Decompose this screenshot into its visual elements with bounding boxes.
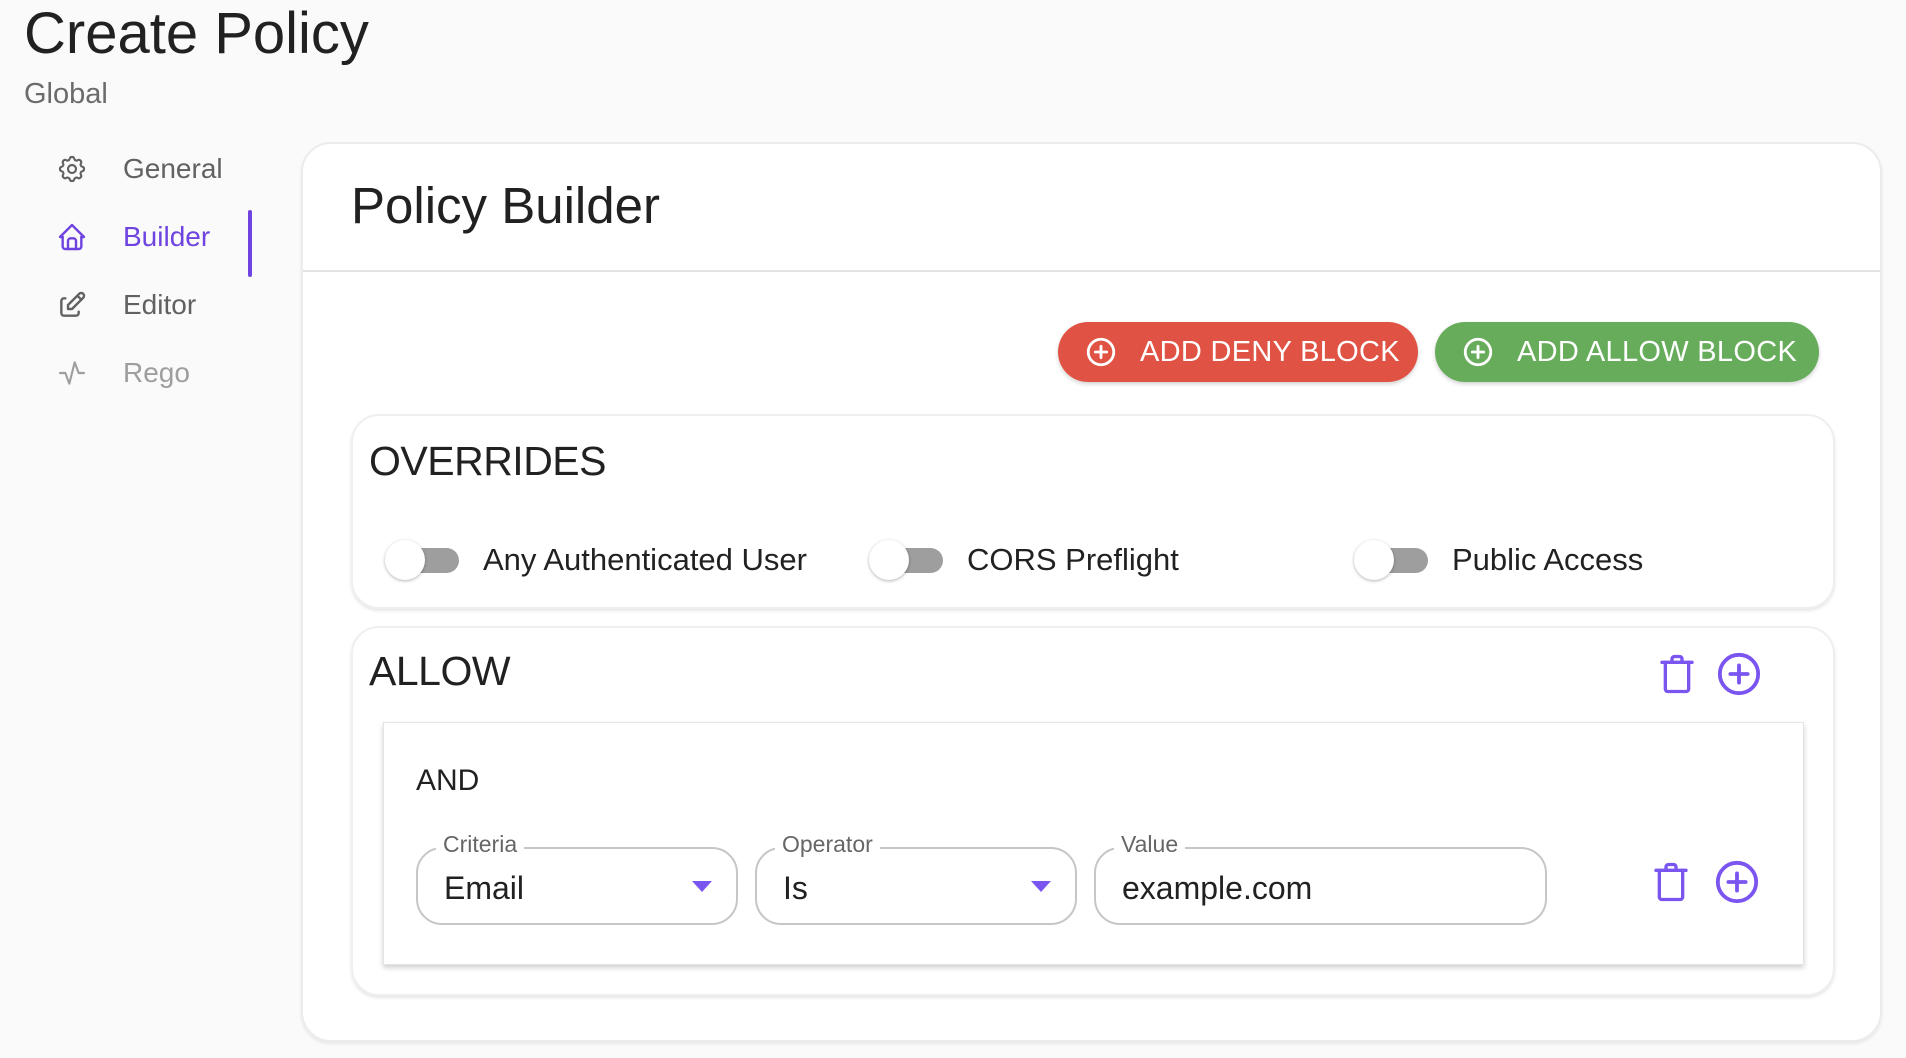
add-allow-block-label: ADD ALLOW BLOCK: [1517, 335, 1798, 368]
overrides-title: OVERRIDES: [369, 438, 607, 484]
add-row-button[interactable]: [1715, 860, 1759, 908]
toggle-cors-preflight[interactable]: CORS Preflight: [869, 537, 1179, 583]
toggle-label: Any Authenticated User: [483, 542, 807, 577]
value-input[interactable]: Value example.com: [1094, 829, 1547, 925]
page-subtitle: Global: [24, 78, 108, 110]
add-group-button[interactable]: [1717, 652, 1761, 700]
plus-circle-icon: [1461, 335, 1495, 369]
plus-circle-icon: [1714, 859, 1760, 910]
sidebar-item-general[interactable]: General: [40, 141, 260, 197]
criteria-label: Criteria: [436, 829, 525, 859]
sidebar-item-builder[interactable]: Builder: [40, 209, 260, 265]
add-deny-block-button[interactable]: ADD DENY BLOCK: [1058, 322, 1418, 382]
allow-block-section: ALLOW AND Criteria Email Operator Is Val…: [351, 626, 1835, 996]
sidebar-item-label: Builder: [123, 221, 211, 252]
activity-icon: [55, 356, 89, 390]
criteria-select[interactable]: Criteria Email: [416, 829, 738, 925]
trash-icon: [1657, 652, 1697, 701]
toggle-label: CORS Preflight: [967, 542, 1179, 577]
toggle-public-access[interactable]: Public Access: [1354, 537, 1643, 583]
criteria-value: Email: [444, 870, 525, 906]
add-deny-block-label: ADD DENY BLOCK: [1140, 335, 1400, 368]
sidebar-item-label: Editor: [123, 289, 197, 320]
plus-circle-icon: [1084, 335, 1118, 369]
toggle-label: Public Access: [1452, 542, 1644, 577]
switch[interactable]: [1354, 537, 1430, 583]
toggle-any-authenticated-user[interactable]: Any Authenticated User: [385, 537, 807, 583]
active-indicator: [248, 210, 252, 277]
policy-builder-card: Policy Builder ADD DENY BLOCK ADD ALLOW …: [301, 142, 1882, 1042]
card-title: Policy Builder: [351, 177, 660, 234]
trash-icon: [1651, 860, 1691, 909]
overrides-section: OVERRIDES Any Authenticated User CORS Pr…: [351, 414, 1835, 609]
operator-label: Operator: [775, 829, 880, 859]
value-text[interactable]: example.com: [1122, 869, 1312, 907]
add-allow-block-button[interactable]: ADD ALLOW BLOCK: [1435, 322, 1819, 382]
header-divider: [303, 270, 1880, 272]
group-operator-label: AND: [416, 764, 480, 797]
sidebar-item-rego[interactable]: Rego: [40, 345, 260, 401]
sidebar-item-label: General: [123, 153, 223, 184]
switch[interactable]: [869, 537, 945, 583]
dropdown-arrow-icon: [692, 881, 712, 892]
switch[interactable]: [385, 537, 461, 583]
and-group-card: AND Criteria Email Operator Is Value exa…: [383, 722, 1804, 965]
gear-icon: [55, 152, 89, 186]
operator-value: Is: [783, 870, 808, 906]
value-label: Value: [1114, 829, 1186, 859]
home-icon: [55, 220, 89, 254]
operator-select[interactable]: Operator Is: [755, 829, 1077, 925]
delete-row-button[interactable]: [1649, 860, 1693, 908]
allow-block-title: ALLOW: [369, 648, 511, 694]
sidebar-item-editor[interactable]: Editor: [40, 277, 260, 333]
page-title: Create Policy: [24, 1, 369, 66]
plus-circle-icon: [1716, 651, 1762, 702]
delete-block-button[interactable]: [1655, 652, 1699, 700]
dropdown-arrow-icon: [1031, 881, 1051, 892]
sidebar-item-label: Rego: [123, 357, 190, 388]
edit-icon: [55, 288, 89, 322]
